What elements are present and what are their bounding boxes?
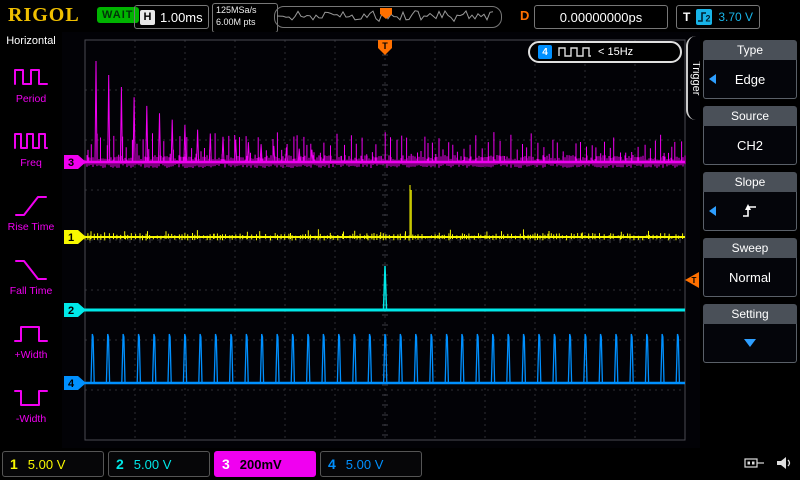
- channel2-status-box[interactable]: 2 5.00 V: [108, 451, 210, 477]
- trigger-position-label: T: [382, 41, 388, 51]
- channel-status-bar: 1 5.00 V 2 5.00 V 3 200mV 4 5.00 V: [0, 448, 800, 480]
- measure-item-label: Fall Time: [10, 285, 53, 297]
- channel-number: 3: [222, 456, 230, 472]
- menu-item-title: Setting: [703, 304, 797, 324]
- menu-item-title: Sweep: [703, 238, 797, 258]
- trigger-menu: Type Edge Source CH2 Slope Sweep Normal …: [700, 32, 800, 448]
- trigger-level-value: 3.70 V: [718, 10, 753, 24]
- delay-label: D: [520, 8, 529, 23]
- oscilloscope-screen: RIGOL WAIT H 1.00ms 125MSa/s 6.00M pts D…: [0, 0, 800, 480]
- horizontal-timebase-box[interactable]: H 1.00ms: [134, 5, 209, 29]
- speaker-icon: [776, 456, 794, 470]
- acquisition-info-box: 125MSa/s 6.00M pts: [212, 3, 278, 33]
- freq-counter-value: < 15Hz: [598, 46, 633, 58]
- channel4-status-box[interactable]: 4 5.00 V: [320, 451, 422, 477]
- channel-marker-label: 2: [68, 305, 74, 317]
- period-icon: [13, 64, 49, 90]
- plus-width-icon: [13, 320, 49, 346]
- menu-item-title: Slope: [703, 172, 797, 192]
- channel-number: 2: [116, 456, 124, 472]
- status-icons: [744, 456, 794, 470]
- memory-depth: 6.00M pts: [216, 17, 274, 29]
- menu-item-value: Normal: [729, 270, 771, 285]
- fall-time-icon: [13, 256, 49, 282]
- sample-rate: 125MSa/s: [216, 5, 274, 17]
- channel-marker-label: 3: [68, 157, 74, 169]
- rising-edge-icon: [740, 203, 760, 219]
- menu-item-type[interactable]: Type Edge: [703, 40, 797, 99]
- trigger-source-icon: 2: [696, 9, 712, 25]
- menu-item-title: Source: [703, 106, 797, 126]
- channel-scale: 5.00 V: [346, 457, 384, 472]
- menu-item-setting[interactable]: Setting: [703, 304, 797, 363]
- measure-menu: Horizontal Period Freq Rise Time Fall Ti…: [0, 32, 62, 448]
- horizontal-icon: H: [140, 10, 155, 25]
- ch2-waveform: [85, 266, 682, 312]
- channel1-status-box[interactable]: 1 5.00 V: [2, 451, 104, 477]
- channel-scale: 5.00 V: [28, 457, 66, 472]
- rise-time-icon: [13, 192, 49, 218]
- measure-item-fall-time[interactable]: Fall Time: [1, 244, 61, 308]
- left-arrow-icon: [709, 74, 716, 84]
- channel-scale: 200mV: [240, 457, 282, 472]
- measure-item-plus-width[interactable]: +Width: [1, 308, 61, 372]
- strip-trigger-marker: [380, 8, 392, 19]
- channel-scale: 5.00 V: [134, 457, 172, 472]
- measure-item-rise-time[interactable]: Rise Time: [1, 180, 61, 244]
- graticule-grid: [85, 40, 685, 440]
- measure-item-label: Period: [16, 93, 46, 105]
- scope-canvas: 1 2 3 4 T T: [62, 32, 700, 448]
- trigger-level-label: T: [692, 276, 697, 285]
- usb-icon: [744, 456, 766, 470]
- left-arrow-icon: [709, 206, 716, 216]
- menu-item-sweep[interactable]: Sweep Normal: [703, 238, 797, 297]
- ch1-waveform: [85, 185, 683, 241]
- channel-marker-label: 1: [68, 232, 74, 244]
- measure-item-label: Freq: [20, 157, 42, 169]
- horizontal-position-strip[interactable]: [274, 6, 502, 28]
- measure-item-label: +Width: [15, 349, 48, 361]
- trigger-label: T: [683, 10, 690, 24]
- freq-icon: [13, 128, 49, 154]
- down-arrow-icon: [744, 339, 756, 347]
- measure-item-minus-width[interactable]: -Width: [1, 372, 61, 436]
- minus-width-icon: [13, 384, 49, 410]
- freq-counter-channel-badge: 4: [538, 45, 552, 59]
- timebase-value: 1.00ms: [160, 10, 203, 25]
- squarewave-icon: [558, 46, 592, 58]
- top-status-bar: RIGOL WAIT H 1.00ms 125MSa/s 6.00M pts D…: [0, 0, 800, 32]
- menu-item-slope[interactable]: Slope: [703, 172, 797, 231]
- waveform-display-area[interactable]: 1 2 3 4 T T 4 < 15Hz: [62, 32, 700, 448]
- measure-item-label: -Width: [16, 413, 46, 425]
- rigol-logo: RIGOL: [8, 4, 80, 27]
- measure-category-title: Horizontal: [6, 35, 56, 47]
- channel-number: 1: [10, 456, 18, 472]
- memory-waveform-icon: [275, 7, 497, 25]
- channel-number: 4: [328, 456, 336, 472]
- measure-item-freq[interactable]: Freq: [1, 116, 61, 180]
- delay-value-box[interactable]: 0.00000000ps: [534, 5, 668, 29]
- menu-item-value: CH2: [737, 138, 763, 153]
- channel3-status-box[interactable]: 3 200mV: [214, 451, 316, 477]
- measure-item-label: Rise Time: [8, 221, 55, 233]
- menu-item-title: Type: [703, 40, 797, 60]
- run-status-badge: WAIT: [97, 7, 139, 23]
- frequency-counter-badge: 4 < 15Hz: [528, 41, 682, 63]
- trigger-info-box[interactable]: T 2 3.70 V: [676, 5, 760, 29]
- channel-marker-label: 4: [68, 378, 75, 390]
- menu-item-source[interactable]: Source CH2: [703, 106, 797, 165]
- menu-item-value: Edge: [735, 72, 765, 87]
- trigger-source-number: 2: [706, 14, 711, 24]
- measure-item-period[interactable]: Period: [1, 52, 61, 116]
